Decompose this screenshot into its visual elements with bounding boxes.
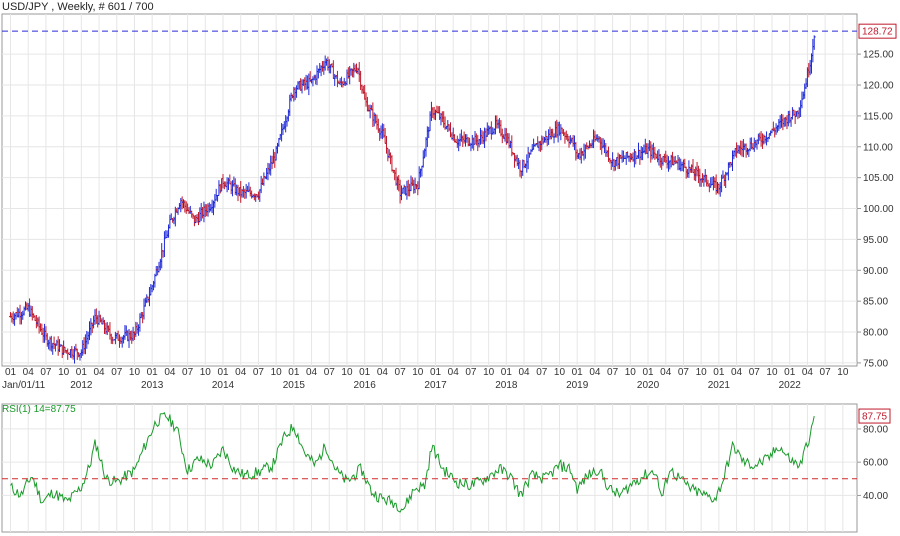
price-x-tick-label: 10 [696, 367, 708, 378]
price-x-tick-label: 10 [341, 367, 353, 378]
price-x-tick-label: 04 [164, 367, 176, 378]
price-x-tick-label: 01 [784, 367, 796, 378]
price-x-tick-label: 10 [766, 367, 778, 378]
price-y-tick-label: 90.00 [863, 266, 888, 277]
price-x-tick-label: 07 [607, 367, 619, 378]
price-x-year-label: 2018 [495, 380, 518, 391]
price-x-tick-label: 01 [147, 367, 159, 378]
price-x-tick-label: 07 [111, 367, 123, 378]
price-x-tick-label: 04 [589, 367, 601, 378]
price-x-tick-label: 04 [802, 367, 814, 378]
price-x-tick-label: 07 [253, 367, 265, 378]
price-x-tick-label: 01 [76, 367, 88, 378]
chart: 75.00 80.00 85.00 90.00 95.00 100.00 105.00 110… [0, 0, 900, 536]
rsi-last-tag: 87.75 [862, 412, 887, 423]
price-x-tick-label: 04 [660, 367, 672, 378]
price-x-tick-label: 04 [93, 367, 105, 378]
price-x-year-label: 2019 [566, 380, 589, 391]
rsi-title: RSI(1) 14=87.75 [2, 404, 76, 415]
price-x-tick-label: 01 [217, 367, 229, 378]
price-x-tick-label: 01 [501, 367, 513, 378]
price-x-tick-label: 07 [678, 367, 690, 378]
price-x-tick-label: 07 [465, 367, 477, 378]
price-x-tick-label: 04 [306, 367, 318, 378]
price-x-tick-label: 01 [642, 367, 654, 378]
price-x-tick-label: 07 [395, 367, 407, 378]
rsi-y-tick-label: 40.00 [863, 491, 888, 502]
price-x-tick-label: 01 [359, 367, 371, 378]
price-x-year-label: 2014 [212, 380, 235, 391]
price-y-tick-label: 115.00 [863, 111, 893, 122]
price-x-year-label: 2021 [708, 380, 731, 391]
chart-title: USD/JPY , Weekly, # 601 / 700 [2, 1, 154, 13]
price-x-tick-label: 07 [182, 367, 194, 378]
price-x-year-label: 2020 [637, 380, 660, 391]
price-y-tick-label: 85.00 [863, 297, 888, 308]
price-x-tick-label: 07 [536, 367, 548, 378]
price-y-tick-label: 120.00 [863, 81, 894, 92]
price-x-tick-label: 01 [430, 367, 442, 378]
rsi-y-tick-label: 80.00 [863, 424, 888, 435]
price-y-tick-label: 125.00 [863, 50, 894, 61]
price-x-tick-label: 10 [554, 367, 566, 378]
price-x-tick-label: 10 [412, 367, 424, 378]
price-y-tick-label: 105.00 [863, 173, 894, 184]
price-y-tick-label: 95.00 [863, 235, 888, 246]
price-x-tick-label: 07 [749, 367, 761, 378]
price-x-tick-label: 01 [713, 367, 725, 378]
price-y-tick-label: 75.00 [863, 358, 888, 369]
price-x-tick-label: 10 [483, 367, 495, 378]
price-x-tick-label: 10 [200, 367, 212, 378]
price-x-year-label: Jan/01/11 [2, 380, 46, 391]
price-x-year-label: 2022 [779, 380, 802, 391]
price-x-tick-label: 10 [625, 367, 637, 378]
price-x-tick-label: 10 [837, 367, 849, 378]
price-x-tick-label: 07 [324, 367, 336, 378]
rsi-y-tick-label: 60.00 [863, 458, 888, 469]
price-last-tag: 128.72 [862, 27, 893, 38]
price-x-tick-label: 04 [731, 367, 743, 378]
price-x-tick-label: 04 [23, 367, 35, 378]
price-x-year-label: 2017 [424, 380, 447, 391]
price-x-year-label: 2012 [70, 380, 93, 391]
price-y-tick-label: 80.00 [863, 328, 888, 339]
price-x-tick-label: 10 [129, 367, 141, 378]
price-x-tick-label: 07 [820, 367, 832, 378]
price-x-tick-label: 04 [448, 367, 460, 378]
price-x-tick-label: 01 [572, 367, 584, 378]
price-x-tick-label: 10 [58, 367, 70, 378]
price-x-tick-label: 04 [235, 367, 247, 378]
price-x-year-label: 2015 [283, 380, 306, 391]
price-x-tick-label: 04 [519, 367, 531, 378]
price-x-year-label: 2013 [141, 380, 164, 391]
price-x-tick-label: 01 [5, 367, 17, 378]
price-x-year-label: 2016 [354, 380, 377, 391]
price-y-tick-label: 100.00 [863, 204, 894, 215]
price-x-tick-label: 04 [377, 367, 389, 378]
price-x-tick-label: 01 [288, 367, 300, 378]
price-x-tick-label: 10 [271, 367, 283, 378]
price-y-tick-label: 110.00 [863, 142, 893, 153]
price-x-tick-label: 07 [40, 367, 52, 378]
